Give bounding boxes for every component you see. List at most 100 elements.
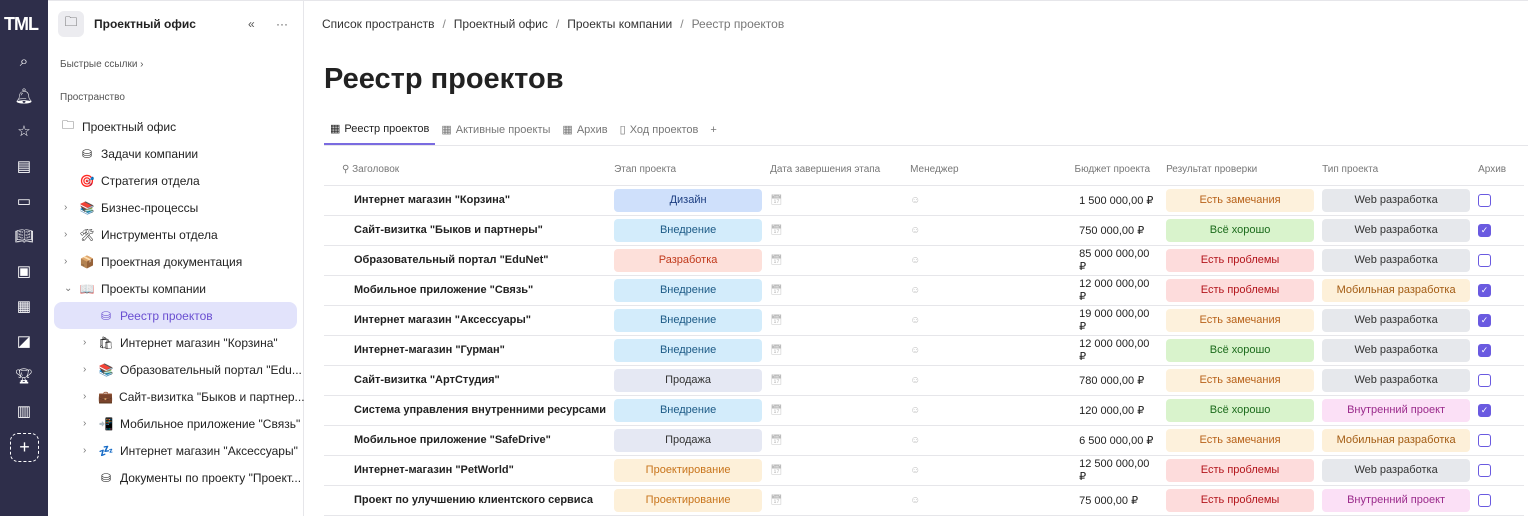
table-row[interactable]: Мобильное приложение "SafeDrive" Продажа 📅…	[324, 425, 1525, 456]
user-icon[interactable]: ☺	[910, 285, 920, 296]
result-badge[interactable]: Есть проблемы	[1166, 278, 1315, 302]
project-title[interactable]: Образовательный портал "EduNet"	[324, 245, 611, 276]
stage-badge[interactable]: Внедрение	[614, 308, 763, 332]
chevron-icon[interactable]: ›	[83, 445, 86, 456]
trophy-icon[interactable]: 🏆︎	[14, 366, 34, 386]
calculator-icon[interactable]: ▦	[14, 296, 34, 316]
tab[interactable]: ▦ Активные проекты	[435, 114, 556, 145]
space-title[interactable]: Проектный офис	[94, 17, 196, 31]
column-header[interactable]: Архив	[1474, 154, 1525, 186]
user-icon[interactable]: ☺	[910, 315, 920, 326]
type-badge[interactable]: Web разработка	[1322, 308, 1471, 332]
result-badge[interactable]: Всё хорошо	[1166, 398, 1315, 422]
type-badge[interactable]: Web разработка	[1322, 458, 1471, 482]
archive-checkbox[interactable]: ✓	[1478, 313, 1492, 327]
tab[interactable]: ▦ Реестр проектов	[324, 114, 436, 145]
table-row[interactable]: Мобильное приложение "Связь" Внедрение 📅︎ ☺…	[324, 275, 1525, 306]
archive-checkbox[interactable]	[1478, 493, 1492, 507]
user-icon[interactable]: ☺	[910, 495, 920, 506]
calendar-icon[interactable]: 📅︎	[770, 345, 783, 356]
add-space-button[interactable]: +	[10, 433, 39, 462]
result-badge[interactable]: Есть проблемы	[1166, 248, 1315, 272]
type-badge[interactable]: Мобильная разработка	[1322, 428, 1471, 452]
table-row[interactable]: Интернет магазин "Корзина" Дизайн 📅︎ ☺ 1 500…	[324, 185, 1525, 216]
chevron-icon[interactable]: ›	[64, 256, 67, 267]
tab[interactable]: ▦ Архив	[556, 114, 613, 145]
sidebar-item[interactable]: › 🛍 Интернет магазин "Корзина"	[48, 329, 304, 356]
stage-badge[interactable]: Разработка	[614, 248, 763, 272]
result-badge[interactable]: Всё хорошо	[1166, 218, 1315, 242]
sidebar-item[interactable]: › 🛠 Инструменты отдела	[48, 221, 304, 248]
project-title[interactable]: Сайт-визитка "Быков и партнеры"	[324, 215, 611, 246]
result-badge[interactable]: Есть замечания	[1166, 428, 1315, 452]
stage-badge[interactable]: Дизайн	[614, 188, 763, 212]
archive-checkbox[interactable]: ✓	[1478, 283, 1492, 297]
inbox-icon[interactable]: ▤	[14, 156, 34, 176]
user-icon[interactable]: ☺	[910, 225, 920, 236]
tab[interactable]: ▯ Ход проектов	[614, 114, 705, 145]
sidebar-item[interactable]: ⌄ 📖 Проекты компании	[48, 275, 304, 302]
column-header[interactable]: Этап проекта	[610, 154, 767, 186]
project-title[interactable]: Интернет-магазин "Гурман"	[324, 335, 611, 366]
breadcrumb-item[interactable]: Реестр проектов	[692, 17, 785, 31]
user-icon[interactable]: ☺	[910, 195, 920, 206]
stage-badge[interactable]: Внедрение	[614, 338, 763, 362]
result-badge[interactable]: Есть проблемы	[1166, 488, 1315, 512]
archive-checkbox[interactable]: ✓	[1478, 223, 1492, 237]
chevron-icon[interactable]: ›	[83, 418, 86, 429]
sidebar-item[interactable]: ⛁ Задачи компании	[48, 140, 304, 167]
form-icon[interactable]: ▣	[14, 261, 34, 281]
type-badge[interactable]: Web разработка	[1322, 188, 1471, 212]
sidebar-item[interactable]: › 📦 Проектная документация	[48, 248, 304, 275]
sidebar-item[interactable]: 🎯 Стратегия отдела	[48, 167, 304, 194]
calendar-icon[interactable]: 📅︎	[770, 465, 783, 476]
stage-badge[interactable]: Внедрение	[614, 398, 763, 422]
table-row[interactable]: Система управления внутренними ресурсами…	[324, 395, 1525, 426]
chevron-icon[interactable]: ›	[83, 391, 86, 402]
chevron-icon[interactable]: ›	[64, 229, 67, 240]
type-badge[interactable]: Внутренний проект	[1322, 398, 1471, 422]
chevron-icon[interactable]: ›	[83, 337, 86, 348]
table-row[interactable]: Интернет-магазин "Гурман" Внедрение 📅︎ ☺ 12 …	[324, 335, 1525, 366]
book-icon[interactable]: 📖︎	[14, 226, 34, 246]
sidebar-item[interactable]: ⛁ Документы по проекту "Проект...	[48, 464, 304, 491]
stage-badge[interactable]: Внедрение	[614, 278, 763, 302]
stage-badge[interactable]: Продажа	[614, 428, 763, 452]
user-icon[interactable]: ☺	[910, 255, 920, 266]
sidebar-item[interactable]: › 📚 Бизнес-процессы	[48, 194, 304, 221]
type-badge[interactable]: Внутренний проект	[1322, 488, 1471, 512]
column-header[interactable]: Бюджет проекта	[1059, 154, 1163, 186]
table-row[interactable]: Проект по улучшению клиентского сервиса П…	[324, 485, 1525, 516]
more-button[interactable]: ···	[276, 17, 288, 31]
stage-badge[interactable]: Продажа	[614, 368, 763, 392]
result-badge[interactable]: Есть замечания	[1166, 368, 1315, 392]
calendar-icon[interactable]: 📅︎	[770, 405, 783, 416]
calendar-icon[interactable]: 📅︎	[770, 375, 783, 386]
type-badge[interactable]: Web разработка	[1322, 218, 1471, 242]
calendar-icon[interactable]: 📅︎	[770, 495, 783, 506]
user-icon[interactable]: ☺	[910, 345, 920, 356]
calendar-icon[interactable]: 📅︎	[770, 225, 783, 236]
table-row[interactable]: Сайт-визитка "АртСтудия" Продажа 📅︎ ☺ 780 00…	[324, 365, 1525, 396]
sidebar-item[interactable]: ⛁ Реестр проектов	[54, 302, 297, 329]
project-title[interactable]: Интернет магазин "Аксессуары"	[324, 305, 611, 336]
type-badge[interactable]: Мобильная разработка	[1322, 278, 1471, 302]
clipboard-icon[interactable]: ▥	[14, 401, 34, 421]
breadcrumb-item[interactable]: Список пространств	[322, 17, 434, 31]
project-title[interactable]: Мобильное приложение "SafeDrive"	[324, 425, 611, 456]
search-icon[interactable]: ⌕	[14, 51, 34, 71]
calendar-icon[interactable]: 📅︎	[770, 435, 783, 446]
user-icon[interactable]: ☺	[910, 375, 920, 386]
project-title[interactable]: Система управления внутренними ресурсами	[324, 395, 611, 426]
stage-badge[interactable]: Проектирование	[614, 458, 763, 482]
breadcrumb-item[interactable]: Проекты компании	[567, 17, 672, 31]
table-row[interactable]: Образовательный портал "EduNet" Разработк…	[324, 245, 1525, 276]
type-badge[interactable]: Web разработка	[1322, 338, 1471, 362]
project-title[interactable]: Сайт-визитка "АртСтудия"	[324, 365, 611, 396]
chevron-icon[interactable]: ›	[64, 202, 67, 213]
chevron-icon[interactable]: ›	[83, 364, 86, 375]
archive-checkbox[interactable]	[1478, 463, 1492, 477]
result-badge[interactable]: Есть замечания	[1166, 308, 1315, 332]
star-icon[interactable]: ☆	[14, 121, 34, 141]
archive-checkbox[interactable]	[1478, 253, 1492, 267]
